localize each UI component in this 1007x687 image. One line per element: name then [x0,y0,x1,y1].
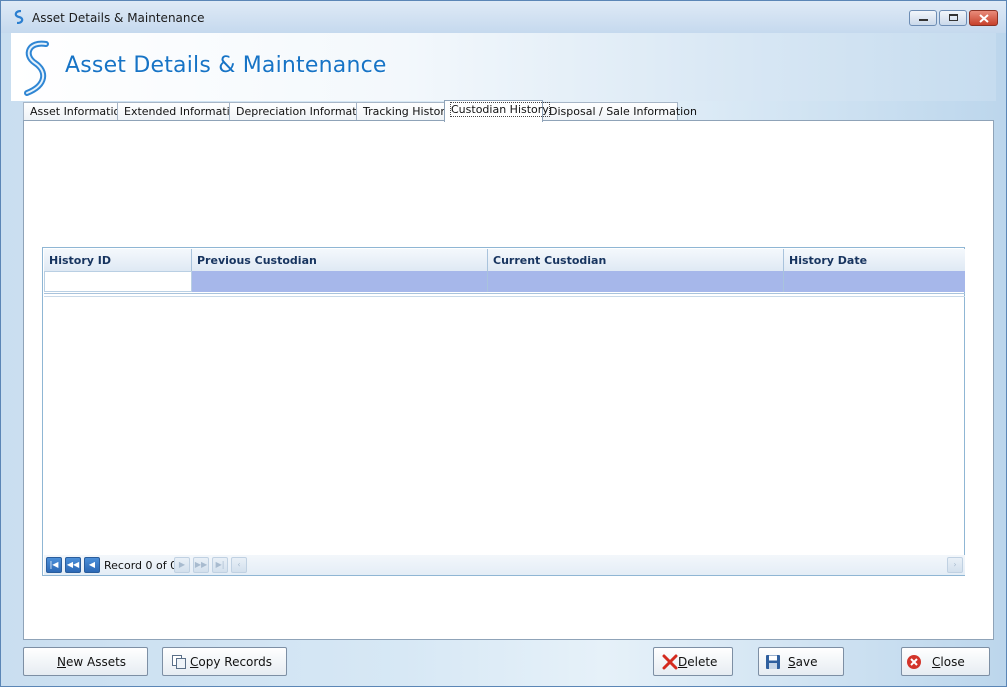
app-logo-icon [14,10,24,24]
title-bar[interactable]: Asset Details & Maintenance [1,1,1006,33]
column-header-history-id[interactable]: History ID [44,249,192,271]
cell-history-date[interactable] [784,271,965,292]
grid-header: History ID Previous Custodian Current Cu… [44,249,965,271]
tab-tracking-history[interactable]: Tracking History [356,102,451,121]
tab-custodian-history[interactable]: Custodian History [444,100,550,122]
last-record-button[interactable]: ▶| [212,557,228,573]
maximize-button[interactable] [939,10,967,26]
save-disk-icon [766,655,780,669]
prev-record-button[interactable]: ◀ [84,557,100,573]
minimize-button[interactable] [909,10,937,26]
app-window: Asset Details & Maintenance Asset Detail… [0,0,1007,687]
next-page-button[interactable]: ▶▶ [193,557,209,573]
scroll-left-button[interactable]: ‹ [231,557,247,573]
prev-page-icon: ◀◀ [66,560,80,569]
tab-extended-information[interactable]: Extended Information [117,102,243,121]
tab-asset-information[interactable]: Asset Information [23,102,127,121]
next-record-button[interactable]: ▶ [174,557,190,573]
close-window-button[interactable] [969,10,998,26]
delete-x-icon [662,654,678,670]
prev-page-button[interactable]: ◀◀ [65,557,81,573]
prev-record-icon: ◀ [88,560,96,569]
scroll-right-icon: › [953,560,957,569]
save-button[interactable]: Save [758,647,844,676]
close-button[interactable]: Close [901,647,990,676]
record-count-label: Record 0 of 0 [104,559,178,572]
row-divider [44,293,965,297]
minimize-icon [919,19,928,21]
close-window-icon [979,14,989,23]
tab-depreciation-information[interactable]: Depreciation Information [229,102,373,121]
last-record-icon: ▶| [215,560,225,569]
record-navigator: |◀ ◀◀ ◀ Record 0 of 0 ▶ ▶▶ ▶| ‹ › [44,555,965,575]
custodian-history-grid[interactable]: History ID Previous Custodian Current Cu… [42,247,965,576]
action-bar: New Assets Copy Records Delete Save Clos… [11,641,996,687]
column-header-previous-custodian[interactable]: Previous Custodian [192,249,488,271]
tab-disposal-sale-information[interactable]: Disposal / Sale Information [542,102,697,121]
cell-previous-custodian[interactable] [192,271,488,292]
first-record-button[interactable]: |◀ [46,557,62,573]
column-header-history-date[interactable]: History Date [784,249,965,271]
scroll-right-button[interactable]: › [947,557,963,573]
maximize-icon [949,14,958,21]
app-header: Asset Details & Maintenance [11,33,996,101]
delete-button[interactable]: Delete [653,647,733,676]
copy-records-button[interactable]: Copy Records [162,647,287,676]
cell-current-custodian[interactable] [488,271,784,292]
page-title: Asset Details & Maintenance [65,53,387,78]
next-record-icon: ▶ [178,560,186,569]
next-page-icon: ▶▶ [194,560,208,569]
tab-panel: History ID Previous Custodian Current Cu… [23,120,994,640]
new-assets-button[interactable]: New Assets [23,647,148,676]
window-title: Asset Details & Maintenance [32,11,205,25]
first-record-icon: |◀ [49,560,59,569]
scroll-left-icon: ‹ [237,560,241,569]
close-circle-icon [907,655,921,669]
app-logo-icon [24,40,49,96]
copy-icon [172,655,186,669]
cell-history-id[interactable] [44,271,192,292]
table-row[interactable] [44,271,965,292]
column-header-current-custodian[interactable]: Current Custodian [488,249,784,271]
